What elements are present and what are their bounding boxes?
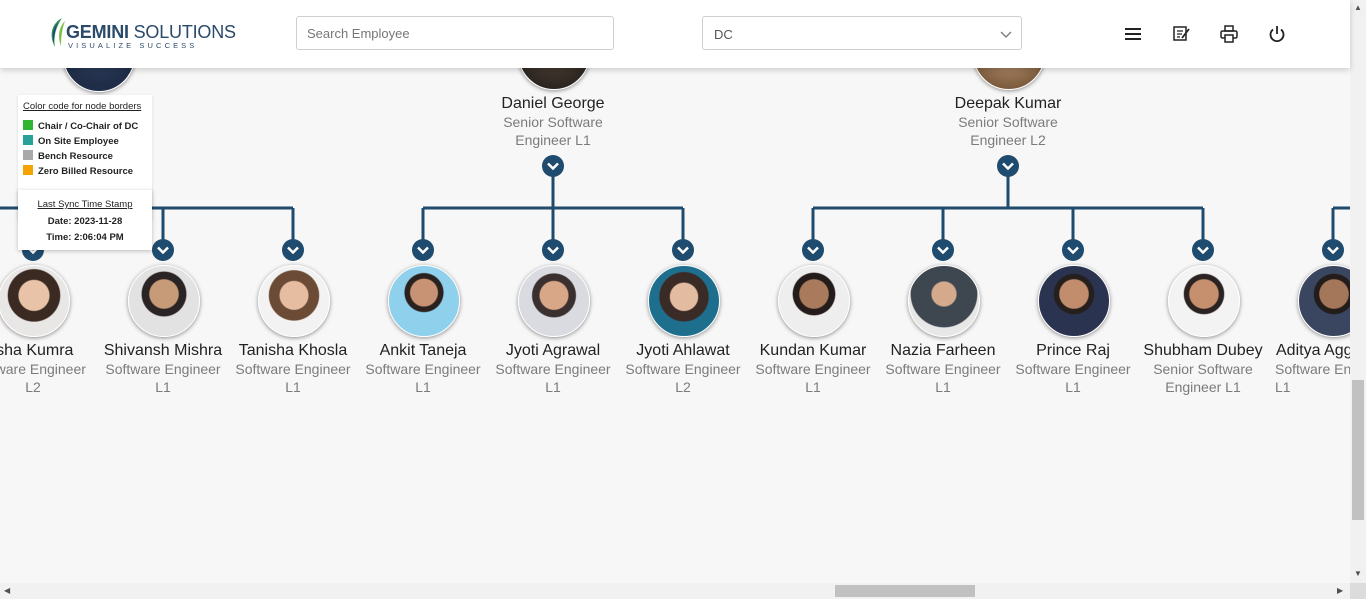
horizontal-scrollbar[interactable]: ◀ ▶ [0, 583, 1350, 599]
scroll-left-arrow-icon[interactable]: ◀ [4, 587, 10, 595]
scroll-up-arrow-icon[interactable]: ▲ [1354, 4, 1362, 12]
employee-node[interactable]: Shivansh Mishra Software Engineer L1 [98, 341, 228, 396]
employee-title: Senior Software Engineer L1 [503, 114, 603, 148]
search-employee-input[interactable] [296, 16, 614, 50]
vertical-scrollbar[interactable]: ▲ ▼ [1350, 0, 1366, 583]
employee-name: Deepak Kumar [954, 95, 1062, 112]
employee-node[interactable]: Jyoti Ahlawat Software Engineer L2 [618, 341, 748, 396]
avatar[interactable] [1168, 265, 1240, 337]
scroll-right-arrow-icon[interactable]: ▶ [1337, 587, 1343, 595]
hamburger-menu-icon[interactable] [1123, 24, 1143, 44]
employee-title: Software Engineer L1 [885, 361, 1001, 395]
avatar[interactable] [0, 265, 70, 337]
expand-chevron-icon[interactable] [542, 155, 564, 177]
last-sync-timestamp-card: Last Sync Time Stamp Date: 2023-11-28 Ti… [18, 190, 152, 250]
employee-title: Software En L1 [1275, 361, 1350, 395]
employee-node[interactable]: Ankit Taneja Software Engineer L1 [358, 341, 488, 396]
legend-item: Zero Billed Resource [23, 165, 133, 177]
employee-name: Jyoti Agrawal [505, 342, 601, 359]
company-logo[interactable]: GEMINI SOLUTIONS VISUALIZE SUCCESS [46, 17, 236, 51]
expand-chevron-icon[interactable] [997, 155, 1019, 177]
avatar[interactable] [778, 265, 850, 337]
avatar[interactable] [1038, 265, 1110, 337]
expand-chevron-icon[interactable] [802, 239, 824, 261]
legend-item: Bench Resource [23, 150, 113, 162]
employee-name: Shubham Dubey [1143, 342, 1263, 359]
employee-name: Tanisha Khosla [238, 342, 348, 359]
employee-node[interactable]: Prince Raj Software Engineer L1 [1008, 341, 1138, 396]
employee-name: Shivansh Mishra [103, 342, 223, 359]
legend-item: Chair / Co-Chair of DC [23, 120, 138, 132]
expand-chevron-icon[interactable] [152, 239, 174, 261]
legend-swatch [23, 135, 33, 145]
employee-node[interactable]: Shubham Dubey Senior Software Engineer L… [1138, 341, 1268, 396]
employee-name: Daniel George [501, 95, 605, 112]
department-select[interactable]: DC [702, 16, 1022, 50]
chevron-down-icon [1000, 31, 1012, 38]
expand-chevron-icon[interactable] [1062, 239, 1084, 261]
logo-text: GEMINI SOLUTIONS [66, 22, 236, 42]
employee-title: Software Engineer L2 [625, 361, 741, 395]
expand-chevron-icon[interactable] [542, 239, 564, 261]
employee-title: Software Engineer L1 [1015, 361, 1131, 395]
avatar[interactable] [258, 265, 330, 337]
manager-node[interactable]: Deepak Kumar Senior Software Engineer L2 [943, 94, 1073, 149]
employee-name: Prince Raj [1036, 342, 1110, 359]
sync-date: Date: 2023-11-28 [47, 216, 123, 227]
employee-name: isha Kumra [0, 342, 74, 359]
horizontal-scroll-thumb[interactable] [835, 585, 975, 597]
leaf-logo-icon [51, 18, 65, 47]
employee-title: Software Engineer L1 [365, 361, 481, 395]
legend-swatch [23, 165, 33, 175]
department-select-value: DC [714, 27, 733, 42]
employee-name: Nazia Farheen [890, 342, 996, 359]
employee-node[interactable]: isha Kumra oftware Engineer L2 [0, 341, 98, 396]
legend-swatch [23, 150, 33, 160]
org-chart-canvas[interactable]: Daniel George Senior Software Engineer L… [0, 68, 1350, 583]
sync-time: Time: 2:06:04 PM [46, 232, 124, 243]
employee-title: Software Engineer L1 [495, 361, 611, 395]
expand-chevron-icon[interactable] [932, 239, 954, 261]
expand-chevron-icon[interactable] [672, 239, 694, 261]
top-bar: GEMINI SOLUTIONS VISUALIZE SUCCESS DC [0, 0, 1350, 68]
avatar[interactable] [908, 265, 980, 337]
legend-title: Color code for node borders [23, 101, 142, 112]
employee-node[interactable]: Kundan Kumar Software Engineer L1 [748, 341, 878, 396]
employee-title: Software Engineer L1 [235, 361, 351, 395]
expand-chevron-icon[interactable] [1322, 239, 1344, 261]
vertical-scroll-thumb[interactable] [1352, 380, 1364, 520]
employee-title: Software Engineer L1 [755, 361, 871, 395]
avatar[interactable] [128, 265, 200, 337]
power-icon[interactable] [1267, 24, 1287, 44]
logo-tagline: VISUALIZE SUCCESS [68, 41, 198, 50]
employee-name: Kundan Kumar [759, 342, 867, 359]
employee-title: Senior Software Engineer L1 [1153, 361, 1253, 395]
avatar[interactable] [518, 265, 590, 337]
notes-icon[interactable] [1171, 24, 1191, 44]
employee-name: Ankit Taneja [379, 342, 467, 359]
employee-name: Jyoti Ahlawat [636, 342, 730, 359]
legend-swatch [23, 120, 33, 130]
printer-icon[interactable] [1219, 24, 1239, 44]
employee-title: Software Engineer L1 [105, 361, 221, 395]
manager-node[interactable]: Daniel George Senior Software Engineer L… [488, 94, 618, 149]
employee-title: oftware Engineer L2 [0, 361, 86, 395]
employee-name: Aditya Agg [1276, 342, 1350, 359]
expand-chevron-icon[interactable] [282, 239, 304, 261]
legend-item: On Site Employee [23, 135, 119, 147]
scroll-down-arrow-icon[interactable]: ▼ [1354, 570, 1362, 578]
avatar[interactable] [388, 265, 460, 337]
expand-chevron-icon[interactable] [1192, 239, 1214, 261]
employee-title: Senior Software Engineer L2 [958, 114, 1058, 148]
employee-node[interactable]: Aditya Agg Software En L1 [1268, 341, 1350, 396]
employee-node[interactable]: Jyoti Agrawal Software Engineer L1 [488, 341, 618, 396]
scrollbar-corner [1350, 583, 1366, 599]
expand-chevron-icon[interactable] [412, 239, 434, 261]
employee-node[interactable]: Nazia Farheen Software Engineer L1 [878, 341, 1008, 396]
employee-node[interactable]: Tanisha Khosla Software Engineer L1 [228, 341, 358, 396]
avatar[interactable] [648, 265, 720, 337]
sync-title: Last Sync Time Stamp [37, 199, 133, 210]
